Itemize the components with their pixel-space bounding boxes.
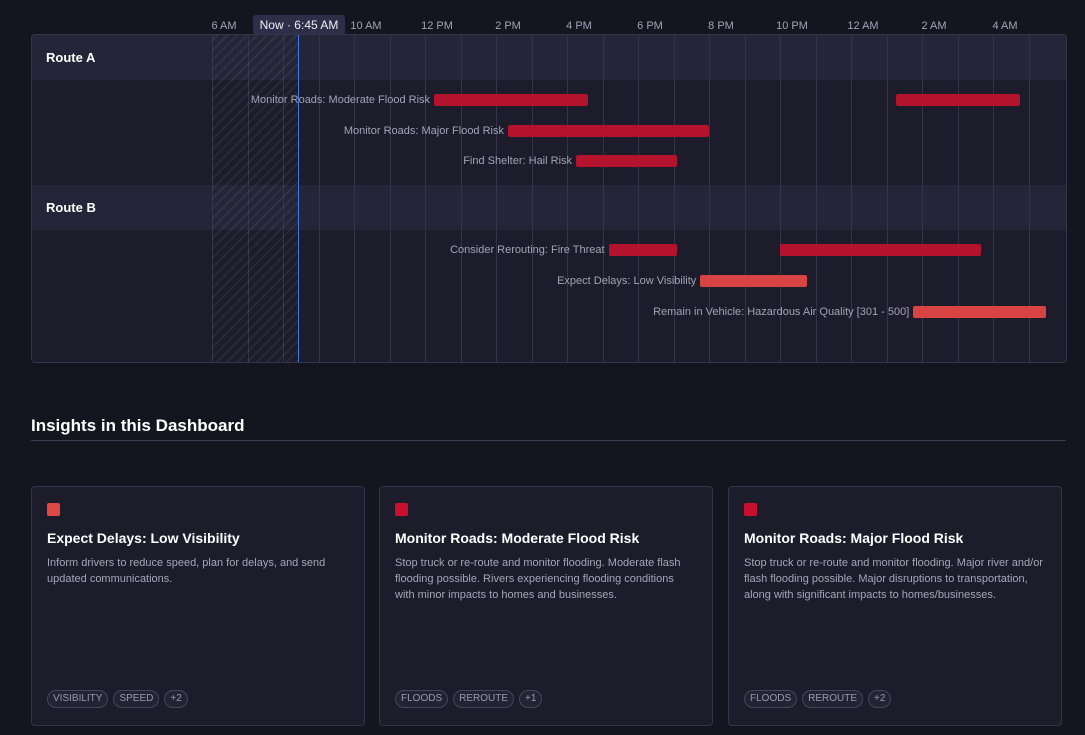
hour-label: 6 PM <box>637 20 663 32</box>
more-tags-chip[interactable]: +2 <box>868 690 892 708</box>
category-color-swatch <box>47 503 60 516</box>
past-time-region <box>212 35 298 362</box>
card-description: Stop truck or re-route and monitor flood… <box>744 557 1043 601</box>
tag-chip[interactable]: FLOODS <box>744 690 798 708</box>
tag-chip[interactable]: FLOODS <box>395 690 449 708</box>
event-row-label: Consider Rerouting: Fire Threat <box>450 244 605 256</box>
event-bar[interactable] <box>700 275 807 287</box>
hour-gridline <box>354 35 355 362</box>
hour-label: 8 PM <box>708 20 734 32</box>
hour-label: 4 PM <box>566 20 592 32</box>
event-bar[interactable] <box>508 125 710 137</box>
hour-gridline <box>318 35 320 362</box>
event-row-label: Expect Delays: Low Visibility <box>557 275 697 287</box>
category-color-swatch <box>744 503 757 516</box>
hour-label: 12 PM <box>421 20 453 32</box>
card-title: Monitor Roads: Major Flood Risk <box>744 530 964 546</box>
hour-label: 10 AM <box>350 20 382 32</box>
timeline-panel: Route A Route B Monitor Roads: Moderate … <box>31 34 1067 363</box>
insights-title: Insights in this Dashboard <box>31 416 245 435</box>
tag-chip[interactable]: REROUTE <box>453 690 515 708</box>
hour-gridline <box>425 35 426 362</box>
hour-label: 12 AM <box>847 20 879 32</box>
card-title: Expect Delays: Low Visibility <box>47 530 240 546</box>
hour-label: 6 AM <box>211 20 237 32</box>
hour-label: 4 AM <box>992 20 1018 32</box>
event-row-label: Find Shelter: Hail Risk <box>463 155 573 167</box>
route-header-a[interactable]: Route A <box>32 35 1066 80</box>
hour-gridline <box>638 35 639 362</box>
hour-gridline <box>460 35 462 362</box>
route-name: Route A <box>46 50 96 65</box>
route-header-b[interactable]: Route B <box>32 185 1066 230</box>
now-badge: Now · 6:45 AM <box>253 15 345 35</box>
now-line <box>298 35 299 362</box>
insight-card-major-flood[interactable]: Monitor Roads: Major Flood Risk Stop tru… <box>728 486 1062 726</box>
section-divider <box>31 440 1066 441</box>
event-bar[interactable] <box>895 94 1020 106</box>
event-bar[interactable] <box>608 244 677 256</box>
category-color-swatch <box>395 503 408 516</box>
tag-chip[interactable]: REROUTE <box>802 690 864 708</box>
event-row-label: Monitor Roads: Major Flood Risk <box>343 125 504 137</box>
card-tags: FLOODS REROUTE +1 <box>395 690 543 708</box>
more-tags-chip[interactable]: +1 <box>519 690 543 708</box>
event-row-label: Remain in Vehicle: Hazardous Air Quality… <box>653 306 910 318</box>
event-bar[interactable] <box>434 94 588 106</box>
card-tags: VISIBILITY SPEED +2 <box>47 690 188 708</box>
hour-gridline <box>567 35 568 362</box>
event-row-label: Monitor Roads: Moderate Flood Risk <box>250 94 431 106</box>
hour-gridline <box>496 35 497 362</box>
card-title: Monitor Roads: Moderate Flood Risk <box>395 530 640 546</box>
route-name: Route B <box>46 200 96 215</box>
card-tags: FLOODS REROUTE +2 <box>744 690 892 708</box>
event-bar[interactable] <box>780 244 982 256</box>
event-bar[interactable] <box>913 306 1047 318</box>
tag-chip[interactable]: SPEED <box>113 690 160 708</box>
hour-label: 2 AM <box>921 20 947 32</box>
hour-gridline <box>602 35 604 362</box>
event-bar[interactable] <box>576 155 677 167</box>
insight-card-moderate-flood[interactable]: Monitor Roads: Moderate Flood Risk Stop … <box>379 486 713 726</box>
hour-gridline <box>531 35 533 362</box>
insight-card-low-visibility[interactable]: Expect Delays: Low Visibility Inform dri… <box>31 486 365 726</box>
more-tags-chip[interactable]: +2 <box>164 690 188 708</box>
card-description: Inform drivers to reduce speed, plan for… <box>47 557 326 585</box>
hour-label: 10 PM <box>776 20 808 32</box>
hour-label: 2 PM <box>495 20 521 32</box>
tag-chip[interactable]: VISIBILITY <box>47 690 109 708</box>
card-description: Stop truck or re-route and monitor flood… <box>395 557 681 601</box>
hour-gridline <box>389 35 391 362</box>
